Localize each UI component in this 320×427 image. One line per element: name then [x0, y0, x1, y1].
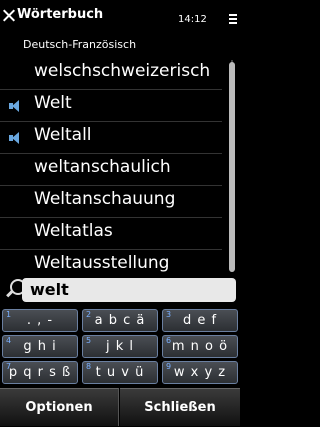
list-item[interactable]: weltanschaulich [0, 154, 222, 186]
key-characters: t u v ü [95, 365, 145, 380]
word-label: Weltausstellung [34, 253, 170, 273]
word-list: welschschweizerisch Welt Weltall weltans… [0, 58, 222, 274]
key-characters: d e f [182, 313, 218, 328]
list-item[interactable]: welschschweizerisch [0, 58, 222, 90]
key-characters: a b c ä [94, 313, 146, 328]
app-title: Wörterbuch [17, 7, 104, 22]
clock: 14:12 [178, 14, 207, 25]
options-button[interactable]: Optionen [0, 388, 119, 426]
list-item[interactable]: Weltatlas [0, 218, 222, 250]
dictionary-language-pair: Deutsch-Französisch [23, 38, 137, 51]
close-button[interactable]: Schließen [120, 388, 240, 426]
close-icon[interactable] [2, 9, 15, 22]
list-item[interactable]: Weltausstellung [0, 250, 222, 274]
key-9[interactable]: 9 w x y z [162, 361, 238, 384]
list-item[interactable]: Welt [0, 90, 222, 122]
menu-icon[interactable] [229, 14, 237, 24]
word-label: Weltanschauung [34, 189, 176, 209]
key-1[interactable]: 1 . , - [2, 309, 78, 332]
key-6[interactable]: 6 m n o ö [162, 335, 238, 358]
key-3[interactable]: 3 d e f [162, 309, 238, 332]
key-7[interactable]: 7 p q r s ß [2, 361, 78, 384]
scrollbar[interactable] [229, 60, 235, 272]
virtual-keypad: 1 . , - 2 a b c ä 3 d e f 4 g h i 5 j k … [2, 309, 238, 385]
key-characters: m n o ö [171, 339, 229, 354]
word-label: Weltall [34, 125, 92, 145]
list-item[interactable]: Weltall [0, 122, 222, 154]
list-item[interactable]: Weltanschauung [0, 186, 222, 218]
key-2[interactable]: 2 a b c ä [82, 309, 158, 332]
speaker-icon [9, 132, 21, 144]
word-label: Welt [34, 93, 72, 113]
key-8[interactable]: 8 t u v ü [82, 361, 158, 384]
speaker-icon [9, 100, 21, 112]
key-characters: w x y z [173, 365, 227, 380]
word-label: Weltatlas [34, 221, 113, 241]
key-characters: j k l [105, 339, 135, 354]
key-5[interactable]: 5 j k l [82, 335, 158, 358]
key-4[interactable]: 4 g h i [2, 335, 78, 358]
key-characters: p q r s ß [8, 365, 72, 380]
scrollbar-thumb[interactable] [229, 62, 235, 272]
status-bar: Wörterbuch 14:12 [0, 0, 240, 34]
softkey-bar: Optionen Schließen [0, 388, 240, 426]
word-label: welschschweizerisch [34, 61, 211, 81]
search-input[interactable]: welt [22, 278, 236, 302]
word-label: weltanschaulich [34, 157, 171, 177]
key-characters: . , - [26, 313, 54, 328]
key-characters: g h i [23, 339, 57, 354]
search-bar: welt [0, 277, 240, 305]
